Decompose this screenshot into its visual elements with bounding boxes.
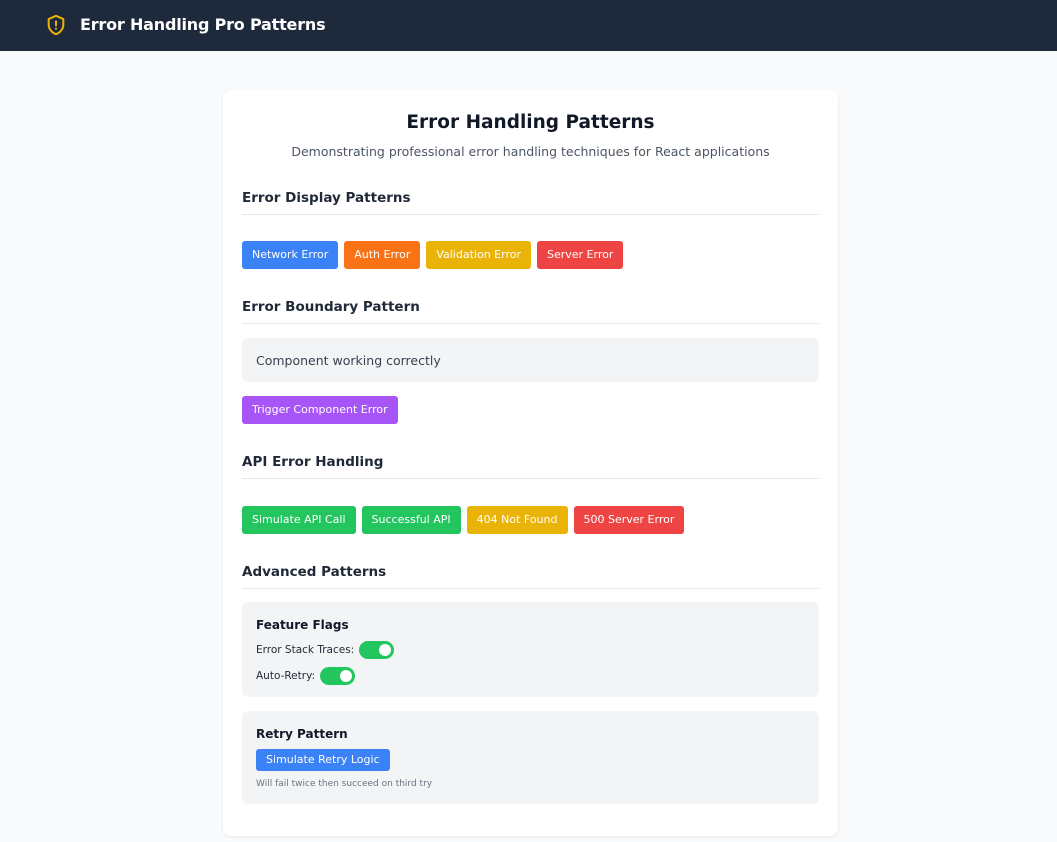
server-error-button[interactable]: Server Error [536,241,624,269]
toggle-knob [379,644,392,656]
app-title: Error Handling Pro Patterns [80,15,326,34]
page-subtitle: Demonstrating professional error handlin… [291,144,770,159]
section-title-advanced: Advanced Patterns [242,564,819,589]
flag-row-auto-retry: Auto-Retry: [256,667,356,685]
not-found-404-button[interactable]: 404 Not Found [466,506,568,534]
feature-flags-panel: Feature Flags Error Stack Traces: Auto-R… [242,602,819,697]
simulate-api-call-button[interactable]: Simulate API Call [242,506,356,534]
top-navigation-bar: Error Handling Pro Patterns [0,0,1057,51]
shield-alert-icon [47,14,65,36]
page-title: Error Handling Patterns [406,112,655,133]
auto-retry-toggle[interactable] [320,667,356,685]
error-stack-traces-toggle[interactable] [359,641,395,659]
trigger-component-error-button[interactable]: Trigger Component Error [242,396,398,424]
retry-note: Will fail twice then succeed on third tr… [256,779,433,789]
validation-error-button[interactable]: Validation Error [426,241,531,269]
component-status-box: Component working correctly [242,338,819,382]
network-error-button[interactable]: Network Error [242,241,339,269]
section-title-error-boundary: Error Boundary Pattern [242,299,819,324]
error-display-button-row: Network Error Auth Error Validation Erro… [242,241,624,269]
flag-row-error-stack-traces: Error Stack Traces: [256,641,395,659]
retry-button-row: Simulate Retry Logic [256,749,390,771]
toggle-knob [340,670,353,682]
retry-pattern-title: Retry Pattern [256,727,348,741]
simulate-retry-logic-button[interactable]: Simulate Retry Logic [256,749,390,771]
retry-pattern-panel: Retry Pattern Simulate Retry Logic Will … [242,711,819,804]
feature-flags-title: Feature Flags [256,618,349,632]
auth-error-button[interactable]: Auth Error [344,241,421,269]
error-boundary-button-row: Trigger Component Error [242,396,398,424]
main-card: Error Handling Patterns Demonstrating pr… [223,90,838,836]
api-error-button-row: Simulate API Call Successful API 404 Not… [242,506,685,534]
successful-api-button[interactable]: Successful API [361,506,461,534]
flag-label-auto-retry: Auto-Retry: [256,670,316,682]
section-title-api-error: API Error Handling [242,454,819,479]
section-title-error-display: Error Display Patterns [242,190,819,215]
server-error-500-button[interactable]: 500 Server Error [573,506,685,534]
flag-label-error-stack-traces: Error Stack Traces: [256,644,355,656]
